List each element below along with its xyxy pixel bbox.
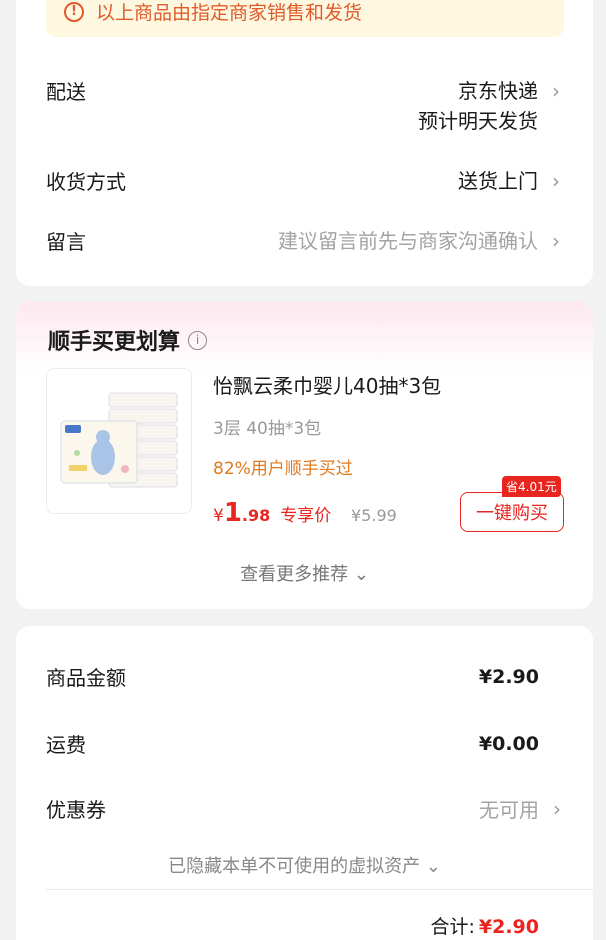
info-icon[interactable]: i	[188, 330, 208, 350]
delivery-label: 配送	[46, 80, 86, 104]
freight-row: 运费 ¥0.00	[46, 729, 539, 758]
delivery-row[interactable]: 配送 京东快递 预计明天发货 ›	[46, 76, 560, 136]
message-label: 留言	[46, 230, 86, 254]
product-tag: 82%用户顺手买过	[213, 459, 353, 479]
coupon-row[interactable]: 优惠券 无可用 ›	[46, 794, 561, 823]
price-decimal: .98	[241, 506, 271, 525]
hidden-assets-toggle[interactable]: 已隐藏本单不可使用的虚拟资产 ⌄	[16, 852, 593, 878]
message-row[interactable]: 留言 建议留言前先与商家沟通确认 ›	[46, 226, 560, 256]
chevron-right-icon: ›	[552, 229, 560, 253]
delivery-eta: 预计明天发货	[418, 109, 538, 133]
product-price: ¥ 1 .98 专享价	[213, 498, 331, 528]
seller-notice: ! 以上商品由指定商家销售和发货	[46, 0, 564, 37]
chevron-right-icon: ›	[552, 169, 560, 193]
recommend-title-text: 顺手买更划算	[48, 330, 181, 355]
receive-method-value: 送货上门	[458, 169, 538, 193]
seller-notice-text: 以上商品由指定商家销售和发货	[96, 2, 363, 24]
exclusive-price-label: 专享价	[280, 506, 332, 526]
product-image[interactable]	[46, 368, 192, 514]
summary-card: 商品金额 ¥2.90 运费 ¥0.00 优惠券 无可用 › 已隐藏本单不可使用的…	[16, 626, 593, 940]
recommend-card: 顺手买更划算 i 怡飘云柔巾婴儿40抽*3包 3层 40抽*3包 82%用户顺手…	[16, 302, 593, 609]
original-price: ¥5.99	[351, 506, 397, 525]
freight-value: ¥0.00	[478, 732, 539, 755]
message-input[interactable]: 建议留言前先与商家沟通确认	[278, 226, 538, 256]
chevron-right-icon: ›	[553, 796, 561, 821]
chevron-down-icon: ⌄	[353, 564, 369, 585]
chevron-right-icon: ›	[552, 79, 560, 103]
total-label: 合计:	[430, 916, 475, 938]
product-name[interactable]: 怡飘云柔巾婴儿40抽*3包	[213, 370, 441, 399]
hidden-assets-label: 已隐藏本单不可使用的虚拟资产	[168, 856, 421, 877]
more-recommend-button[interactable]: 查看更多推荐 ⌄	[16, 560, 593, 586]
total-value: ¥2.90	[478, 916, 539, 938]
more-recommend-label: 查看更多推荐	[240, 564, 349, 585]
tissue-pack-illustration	[60, 392, 178, 488]
price-currency: ¥	[213, 506, 224, 526]
goods-amount-label: 商品金额	[46, 666, 126, 690]
info-icon: !	[64, 1, 84, 22]
divider	[46, 889, 593, 890]
chevron-down-icon: ⌄	[425, 856, 441, 877]
price-integer: 1	[223, 498, 242, 528]
order-total: 合计: ¥2.90	[430, 912, 539, 939]
save-badge: 省4.01元	[502, 476, 561, 497]
coupon-value: 无可用	[479, 798, 539, 822]
coupon-label: 优惠券	[46, 798, 106, 822]
goods-amount-row: 商品金额 ¥2.90	[46, 662, 539, 691]
receive-method-label: 收货方式	[46, 170, 126, 194]
freight-label: 运费	[46, 733, 86, 757]
one-click-buy-button[interactable]: 一键购买	[460, 492, 564, 532]
goods-amount-value: ¥2.90	[478, 665, 539, 688]
delivery-carrier: 京东快递	[458, 79, 538, 103]
receive-method-row[interactable]: 收货方式 送货上门 ›	[46, 166, 560, 196]
recommend-title: 顺手买更划算 i	[48, 324, 208, 356]
product-spec: 3层 40抽*3包	[213, 419, 322, 439]
